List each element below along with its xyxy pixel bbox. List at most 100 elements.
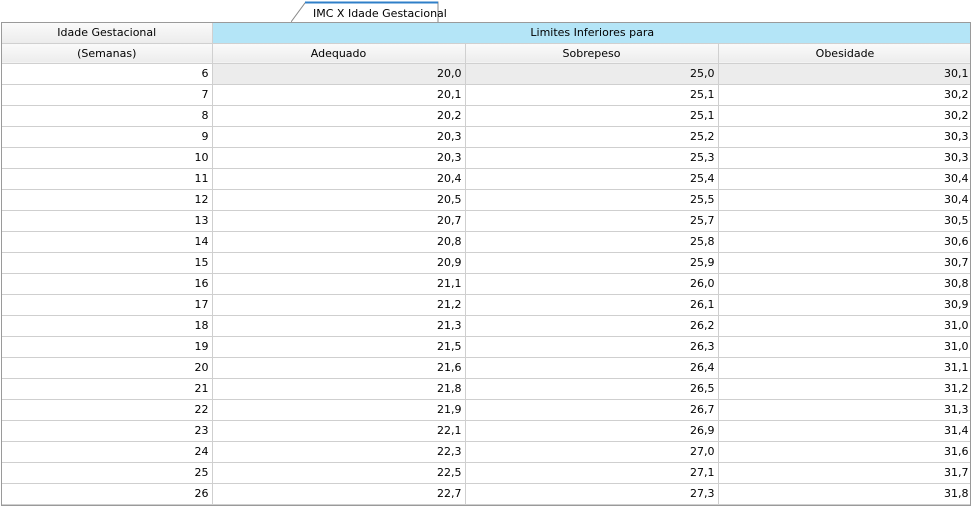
cell-adequado[interactable]: 20,1	[212, 84, 466, 106]
cell-sobrepeso[interactable]: 26,0	[465, 273, 719, 295]
cell-obesidade[interactable]: 31,6	[718, 441, 970, 463]
cell-semana[interactable]: 15	[2, 252, 213, 274]
table-row[interactable]: 8 20,2 25,1 30,2	[2, 105, 970, 127]
table-row[interactable]: 7 20,1 25,1 30,2	[2, 84, 970, 106]
cell-sobrepeso[interactable]: 25,9	[465, 252, 719, 274]
cell-semana[interactable]: 19	[2, 336, 213, 358]
table-row[interactable]: 10 20,3 25,3 30,3	[2, 147, 970, 169]
cell-adequado[interactable]: 22,7	[212, 483, 466, 505]
table-row[interactable]: 25 22,5 27,1 31,7	[2, 462, 970, 484]
cell-obesidade[interactable]: 30,2	[718, 84, 970, 106]
cell-sobrepeso[interactable]: 27,1	[465, 462, 719, 484]
cell-adequado[interactable]: 21,6	[212, 357, 466, 379]
cell-adequado[interactable]: 21,2	[212, 294, 466, 316]
cell-semana[interactable]: 13	[2, 210, 213, 232]
header-adequado[interactable]: Adequado	[212, 43, 466, 64]
cell-obesidade[interactable]: 30,3	[718, 147, 970, 169]
cell-semana[interactable]: 25	[2, 462, 213, 484]
cell-adequado[interactable]: 21,5	[212, 336, 466, 358]
cell-semana[interactable]: 10	[2, 147, 213, 169]
table-row[interactable]: 12 20,5 25,5 30,4	[2, 189, 970, 211]
cell-sobrepeso[interactable]: 26,3	[465, 336, 719, 358]
cell-adequado[interactable]: 20,7	[212, 210, 466, 232]
cell-sobrepeso[interactable]: 26,9	[465, 420, 719, 442]
cell-obesidade[interactable]: 31,3	[718, 399, 970, 421]
cell-obesidade[interactable]: 30,4	[718, 168, 970, 190]
cell-obesidade[interactable]: 30,4	[718, 189, 970, 211]
table-row[interactable]: 23 22,1 26,9 31,4	[2, 420, 970, 442]
cell-semana[interactable]: 9	[2, 126, 213, 148]
cell-sobrepeso[interactable]: 27,3	[465, 483, 719, 505]
cell-adequado[interactable]: 22,1	[212, 420, 466, 442]
table-row[interactable]: 11 20,4 25,4 30,4	[2, 168, 970, 190]
cell-adequado[interactable]: 21,3	[212, 315, 466, 337]
cell-semana[interactable]: 17	[2, 294, 213, 316]
cell-sobrepeso[interactable]: 25,1	[465, 105, 719, 127]
cell-semana[interactable]: 16	[2, 273, 213, 295]
cell-semana[interactable]: 18	[2, 315, 213, 337]
cell-obesidade[interactable]: 30,7	[718, 252, 970, 274]
cell-semana[interactable]: 23	[2, 420, 213, 442]
cell-adequado[interactable]: 20,3	[212, 126, 466, 148]
cell-adequado[interactable]: 21,8	[212, 378, 466, 400]
cell-adequado[interactable]: 20,8	[212, 231, 466, 253]
table-row[interactable]: 6 20,0 25,0 30,1	[2, 63, 970, 85]
cell-semana[interactable]: 6	[2, 63, 213, 85]
cell-adequado[interactable]: 20,2	[212, 105, 466, 127]
cell-sobrepeso[interactable]: 27,0	[465, 441, 719, 463]
table-row[interactable]: 26 22,7 27,3 31,8	[2, 483, 970, 505]
table-row[interactable]: 17 21,2 26,1 30,9	[2, 294, 970, 316]
cell-adequado[interactable]: 20,3	[212, 147, 466, 169]
table-row[interactable]: 15 20,9 25,9 30,7	[2, 252, 970, 274]
cell-adequado[interactable]: 21,9	[212, 399, 466, 421]
cell-sobrepeso[interactable]: 26,1	[465, 294, 719, 316]
tab-imc-x-idade-gestacional[interactable]: IMC X Idade Gestacional	[291, 1, 447, 23]
cell-obesidade[interactable]: 30,5	[718, 210, 970, 232]
cell-sobrepeso[interactable]: 26,2	[465, 315, 719, 337]
table-row[interactable]: 16 21,1 26,0 30,8	[2, 273, 970, 295]
table-row[interactable]: 21 21,8 26,5 31,2	[2, 378, 970, 400]
header-obesidade[interactable]: Obesidade	[718, 43, 970, 64]
cell-obesidade[interactable]: 30,3	[718, 126, 970, 148]
table-row[interactable]: 13 20,7 25,7 30,5	[2, 210, 970, 232]
cell-adequado[interactable]: 20,0	[212, 63, 466, 85]
cell-sobrepeso[interactable]: 25,3	[465, 147, 719, 169]
cell-adequado[interactable]: 20,9	[212, 252, 466, 274]
table-row[interactable]: 18 21,3 26,2 31,0	[2, 315, 970, 337]
data-grid[interactable]: Idade Gestacional Limites Inferiores par…	[1, 22, 971, 506]
cell-sobrepeso[interactable]: 25,1	[465, 84, 719, 106]
table-row[interactable]: 22 21,9 26,7 31,3	[2, 399, 970, 421]
cell-obesidade[interactable]: 30,2	[718, 105, 970, 127]
cell-obesidade[interactable]: 31,0	[718, 315, 970, 337]
cell-semana[interactable]: 11	[2, 168, 213, 190]
cell-semana[interactable]: 7	[2, 84, 213, 106]
cell-adequado[interactable]: 20,5	[212, 189, 466, 211]
cell-obesidade[interactable]: 31,2	[718, 378, 970, 400]
table-row[interactable]: 9 20,3 25,2 30,3	[2, 126, 970, 148]
cell-semana[interactable]: 20	[2, 357, 213, 379]
cell-semana[interactable]: 24	[2, 441, 213, 463]
cell-obesidade[interactable]: 31,4	[718, 420, 970, 442]
cell-sobrepeso[interactable]: 25,5	[465, 189, 719, 211]
cell-obesidade[interactable]: 30,9	[718, 294, 970, 316]
cell-obesidade[interactable]: 31,8	[718, 483, 970, 505]
cell-sobrepeso[interactable]: 25,4	[465, 168, 719, 190]
cell-sobrepeso[interactable]: 25,7	[465, 210, 719, 232]
cell-obesidade[interactable]: 31,0	[718, 336, 970, 358]
cell-semana[interactable]: 12	[2, 189, 213, 211]
cell-adequado[interactable]: 20,4	[212, 168, 466, 190]
table-row[interactable]: 24 22,3 27,0 31,6	[2, 441, 970, 463]
cell-obesidade[interactable]: 30,8	[718, 273, 970, 295]
table-row[interactable]: 20 21,6 26,4 31,1	[2, 357, 970, 379]
cell-adequado[interactable]: 22,3	[212, 441, 466, 463]
cell-obesidade[interactable]: 30,1	[718, 63, 970, 85]
cell-obesidade[interactable]: 31,7	[718, 462, 970, 484]
cell-semana[interactable]: 21	[2, 378, 213, 400]
cell-semana[interactable]: 8	[2, 105, 213, 127]
cell-sobrepeso[interactable]: 25,2	[465, 126, 719, 148]
cell-adequado[interactable]: 22,5	[212, 462, 466, 484]
cell-obesidade[interactable]: 31,1	[718, 357, 970, 379]
cell-semana[interactable]: 26	[2, 483, 213, 505]
cell-sobrepeso[interactable]: 26,5	[465, 378, 719, 400]
cell-sobrepeso[interactable]: 25,8	[465, 231, 719, 253]
